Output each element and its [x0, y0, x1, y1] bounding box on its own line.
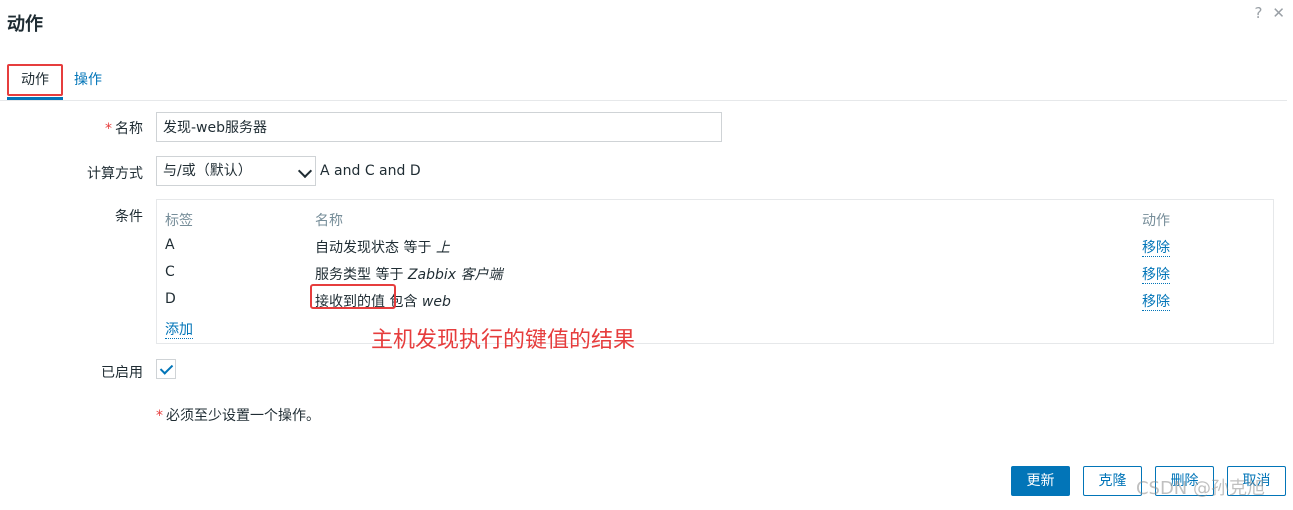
conditions-table: 标签 名称 动作 A 自动发现状态 等于 上 移除 C 服务类型 等于 Zabb…	[156, 199, 1274, 344]
name-input[interactable]	[156, 112, 722, 142]
row-tag: D	[165, 291, 176, 307]
remove-link[interactable]: 移除	[1142, 237, 1170, 257]
header-action: 动作	[1142, 213, 1170, 229]
enabled-checkbox[interactable]	[156, 359, 176, 379]
conditions-label: 条件	[115, 209, 143, 225]
row-tag: A	[165, 237, 175, 253]
watermark: CSDN @孙克旭	[1135, 478, 1265, 499]
add-condition-link[interactable]: 添加	[165, 319, 193, 339]
tab-operations[interactable]: 操作	[74, 64, 102, 96]
calc-label: 计算方式	[87, 166, 143, 182]
required-note: * 必须至少设置一个操作。	[156, 408, 320, 424]
remove-link[interactable]: 移除	[1142, 291, 1170, 311]
calc-select-value: 与/或（默认）	[163, 163, 252, 179]
clone-button[interactable]: 克隆	[1083, 466, 1142, 496]
remove-link[interactable]: 移除	[1142, 264, 1170, 284]
highlight-box	[310, 284, 396, 309]
tab-bar: 动作 操作	[0, 64, 1287, 101]
header-name: 名称	[315, 213, 343, 229]
chevron-down-icon	[297, 163, 313, 179]
close-icon[interactable]: ✕	[1272, 4, 1285, 22]
row-name: 自动发现状态 等于 上	[315, 240, 450, 256]
name-label: * 名称	[105, 121, 143, 137]
calc-formula: A and C and D	[320, 163, 421, 179]
enabled-label: 已启用	[101, 365, 143, 381]
update-button[interactable]: 更新	[1011, 466, 1070, 496]
header-icons: ? ✕	[1254, 4, 1285, 22]
row-name: 服务类型 等于 Zabbix 客户端	[315, 267, 503, 283]
annotation-text: 主机发现执行的键值的结果	[371, 328, 636, 353]
tab-action[interactable]: 动作	[7, 64, 63, 100]
dialog-title: 动作	[7, 14, 43, 35]
row-tag: C	[165, 264, 175, 280]
header-tag: 标签	[165, 213, 193, 229]
help-icon[interactable]: ?	[1254, 4, 1262, 22]
calc-select[interactable]: 与/或（默认）	[156, 156, 316, 186]
